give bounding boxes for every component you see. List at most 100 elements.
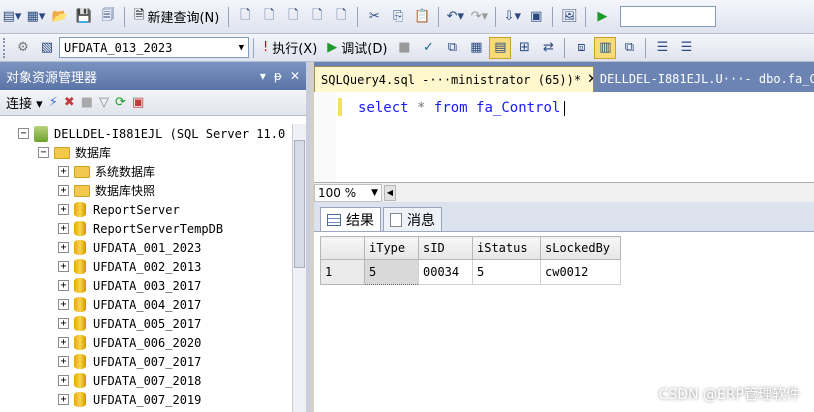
parse-icon[interactable]: ✓: [417, 37, 439, 59]
scrollbar-thumb[interactable]: [294, 140, 305, 268]
report-icon[interactable]: 🗋: [330, 6, 352, 28]
new-project-icon[interactable]: ▤▾: [1, 6, 23, 28]
database-combo[interactable]: UFDATA_013_2023 ▼: [59, 37, 249, 58]
expand-icon[interactable]: +: [58, 204, 69, 215]
expand-icon[interactable]: +: [58, 337, 69, 348]
expand-icon[interactable]: +: [58, 299, 69, 310]
undo-icon[interactable]: ↶▾: [444, 6, 466, 28]
tree-item[interactable]: + UFDATA_007_2019: [0, 390, 292, 409]
connect-icon[interactable]: ⚙: [12, 37, 34, 59]
query-editor[interactable]: select * from fa_Control: [314, 92, 814, 182]
row-header-corner[interactable]: [320, 236, 365, 260]
zoom-combo[interactable]: 100 % ▼: [314, 183, 382, 202]
tree-item[interactable]: + UFDATA_003_2017: [0, 276, 292, 295]
increase-indent-icon[interactable]: ☰: [675, 37, 697, 59]
activity-monitor-icon[interactable]: 🖼: [558, 6, 580, 28]
disconnect-icon[interactable]: ✖: [64, 95, 75, 110]
table-cell[interactable]: 00034: [418, 259, 473, 285]
comment-icon[interactable]: ⧉: [618, 37, 640, 59]
save-all-icon[interactable]: 🗐: [97, 6, 119, 28]
expand-icon[interactable]: +: [58, 375, 69, 386]
keyword-from: from: [433, 100, 468, 116]
redo-icon[interactable]: ↷▾: [468, 6, 490, 28]
tree-item[interactable]: + UFDATA_007_2017: [0, 352, 292, 371]
dmx-query-icon[interactable]: 🗋: [282, 6, 304, 28]
open-file-icon[interactable]: 📂: [49, 6, 71, 28]
expand-icon[interactable]: +: [58, 261, 69, 272]
expand-icon[interactable]: +: [58, 394, 69, 405]
dropdown-icon[interactable]: ▾: [260, 69, 266, 83]
save-icon[interactable]: 💾: [73, 6, 95, 28]
analysis-query-icon[interactable]: 🗋: [258, 6, 280, 28]
cut-icon[interactable]: ✂: [363, 6, 385, 28]
expand-icon[interactable]: +: [58, 318, 69, 329]
collapse-icon[interactable]: −: [38, 147, 49, 158]
xmla-query-icon[interactable]: 🗋: [306, 6, 328, 28]
new-query-button[interactable]: 🗎 新建查询(N): [130, 6, 223, 28]
debug-button[interactable]: ▶ 调试(D): [323, 37, 391, 59]
expand-icon[interactable]: +: [58, 185, 69, 196]
summary-icon[interactable]: ▣: [132, 95, 144, 110]
tree-item[interactable]: + UFDATA_004_2017: [0, 295, 292, 314]
object-explorer-scrollbar[interactable]: [292, 124, 306, 412]
filter-icon[interactable]: ▽: [99, 95, 109, 110]
column-header[interactable]: iStatus: [472, 236, 541, 260]
scroll-left-icon[interactable]: ◀: [384, 184, 396, 201]
connect-button[interactable]: 连接 ▾: [6, 93, 43, 112]
tab-messages[interactable]: 消息: [383, 207, 442, 231]
expand-icon[interactable]: +: [58, 223, 69, 234]
results-to-grid-icon[interactable]: ⊞: [513, 37, 535, 59]
column-header[interactable]: sID: [418, 236, 473, 260]
tree-item[interactable]: + UFDATA_002_2013: [0, 257, 292, 276]
include-plan-icon[interactable]: ⧈: [570, 37, 592, 59]
results-to-text-icon[interactable]: ▤: [489, 36, 512, 59]
client-stats-icon[interactable]: ▥: [594, 36, 617, 59]
results-to-file-icon[interactable]: ⇄: [537, 37, 559, 59]
column-header[interactable]: sLockedBy: [540, 236, 621, 260]
refresh-icon[interactable]: ⟳: [115, 95, 126, 110]
tree-server-node[interactable]: − DELLDEL-I881EJL (SQL Server 11.0: [0, 124, 292, 143]
close-tab-icon[interactable]: ✕: [587, 72, 593, 87]
execute-button[interactable]: ! 执行(X): [259, 37, 321, 59]
solution-explorer-icon[interactable]: ▣: [525, 6, 547, 28]
decrease-indent-icon[interactable]: ☰: [651, 37, 673, 59]
row-number[interactable]: 1: [320, 259, 365, 285]
expand-icon[interactable]: +: [58, 280, 69, 291]
find-combo[interactable]: [620, 6, 717, 27]
column-header[interactable]: iType: [364, 236, 419, 260]
close-icon[interactable]: ✕: [290, 69, 300, 83]
table-cell[interactable]: 5: [472, 259, 541, 285]
db-engine-query-icon[interactable]: 🗋: [234, 6, 256, 28]
table-cell[interactable]: cw0012: [540, 259, 621, 285]
cancel-query-icon[interactable]: ■: [393, 37, 415, 59]
tree-databases-node[interactable]: − 数据库: [0, 143, 292, 162]
query-designer-icon[interactable]: ▦: [465, 37, 487, 59]
tree-item[interactable]: + ReportServerTempDB: [0, 219, 292, 238]
tab-results[interactable]: 结果: [320, 207, 381, 231]
tree-item[interactable]: + UFDATA_006_2020: [0, 333, 292, 352]
connect-object-icon[interactable]: ⚡: [49, 95, 58, 110]
navigate-icon[interactable]: ⇩▾: [501, 6, 523, 28]
tree-item[interactable]: + 系统数据库: [0, 162, 292, 181]
stop-icon[interactable]: ■: [81, 95, 93, 110]
tree-item[interactable]: + UFDATA_007_2018: [0, 371, 292, 390]
copy-icon[interactable]: ⎘: [387, 6, 409, 28]
add-item-icon[interactable]: ▦▾: [25, 6, 47, 28]
pin-icon[interactable]: ᵽ: [274, 69, 282, 83]
expand-icon[interactable]: +: [58, 166, 69, 177]
table-cell[interactable]: 5: [364, 259, 419, 285]
paste-icon[interactable]: 📋: [411, 6, 433, 28]
collapse-icon[interactable]: −: [18, 128, 29, 139]
tree-item[interactable]: + 数据库快照: [0, 181, 292, 200]
tab-fa-control[interactable]: DELLDEL-I881EJL.U···- dbo.fa_C: [594, 66, 814, 92]
expand-icon[interactable]: +: [58, 356, 69, 367]
tree-item[interactable]: + UFDATA_001_2023: [0, 238, 292, 257]
query-line[interactable]: select * from fa_Control: [358, 100, 566, 116]
display-plan-icon[interactable]: ⧉: [441, 37, 463, 59]
tree-item[interactable]: + UFDATA_005_2017: [0, 314, 292, 333]
tab-sqlquery4[interactable]: SQLQuery4.sql -···ministrator (65))* ✕: [314, 66, 594, 92]
expand-icon[interactable]: +: [58, 242, 69, 253]
change-connection-icon[interactable]: ▧: [36, 37, 58, 59]
start-debug-icon[interactable]: ▶: [591, 6, 613, 28]
tree-item[interactable]: + ReportServer: [0, 200, 292, 219]
